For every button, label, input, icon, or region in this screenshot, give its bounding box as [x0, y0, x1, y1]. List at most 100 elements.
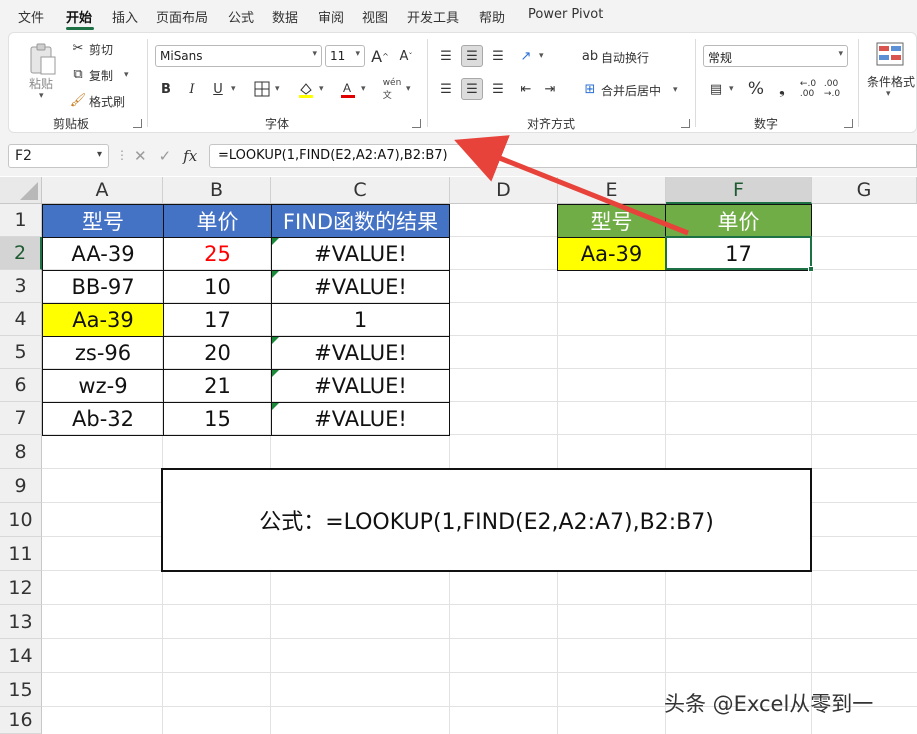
increase-indent-icon[interactable]: ⇥ — [539, 78, 561, 100]
tab-home[interactable]: 开始 — [66, 7, 92, 26]
row-header-16[interactable]: 16 — [0, 707, 42, 734]
select-all-button[interactable] — [0, 177, 42, 204]
tab-data[interactable]: 数据 — [272, 7, 298, 26]
column-header-g[interactable]: G — [812, 177, 917, 204]
number-launcher-icon[interactable] — [844, 119, 853, 128]
insert-function-button[interactable]: fx — [183, 147, 197, 165]
column-header-c[interactable]: C — [271, 177, 450, 204]
fill-handle[interactable] — [808, 266, 814, 272]
font-color-icon[interactable]: A — [337, 78, 359, 100]
align-bottom-icon[interactable]: ☰ — [487, 45, 509, 67]
row-header-7[interactable]: 7 — [0, 402, 42, 435]
borders-dropdown-icon[interactable]: ▾ — [275, 84, 280, 94]
paste-icon[interactable] — [27, 41, 59, 77]
format-painter-button[interactable]: 格式刷 — [89, 93, 125, 110]
column-header-f[interactable]: F — [666, 177, 812, 204]
cell-b6[interactable]: 21 — [163, 369, 272, 403]
paste-dropdown-icon[interactable]: ▾ — [39, 91, 44, 101]
percent-icon[interactable]: % — [745, 78, 767, 100]
column-header-a[interactable]: A — [42, 177, 163, 204]
merge-center-button[interactable]: 合并后居中 — [601, 82, 661, 99]
decrease-indent-icon[interactable]: ⇤ — [515, 78, 537, 100]
row-header-2[interactable]: 2 — [0, 237, 42, 270]
borders-icon[interactable] — [251, 78, 273, 100]
cell-a6[interactable]: wz-9 — [42, 369, 164, 403]
decrease-font-icon[interactable]: Aˇ — [395, 45, 417, 67]
italic-button[interactable]: I — [181, 78, 203, 100]
copy-icon[interactable]: ⧉ — [67, 63, 89, 85]
cut-button[interactable]: 剪切 — [89, 41, 113, 58]
cell-e2[interactable]: Aa-39 — [557, 237, 666, 271]
merge-dropdown-icon[interactable]: ▾ — [673, 85, 678, 95]
number-format-combo[interactable]: 常规 ▾ — [703, 45, 848, 67]
alignment-launcher-icon[interactable] — [681, 119, 690, 128]
accounting-dropdown-icon[interactable]: ▾ — [729, 84, 734, 94]
tab-file[interactable]: 文件 — [18, 7, 44, 26]
copy-dropdown-icon[interactable]: ▾ — [124, 70, 129, 80]
row-header-8[interactable]: 8 — [0, 435, 42, 469]
cell-c2[interactable]: #VALUE! — [271, 237, 450, 271]
tab-insert[interactable]: 插入 — [112, 7, 138, 26]
accounting-format-icon[interactable]: ▤ — [705, 78, 727, 100]
cell-a7[interactable]: Ab-32 — [42, 402, 164, 436]
increase-decimal-icon[interactable]: ←.0.00 — [797, 78, 819, 100]
clipboard-launcher-icon[interactable] — [133, 119, 142, 128]
fill-color-dropdown-icon[interactable]: ▾ — [319, 84, 324, 94]
orientation-dropdown-icon[interactable]: ▾ — [539, 51, 544, 61]
cell-c6[interactable]: #VALUE! — [271, 369, 450, 403]
row-header-9[interactable]: 9 — [0, 469, 42, 503]
cell-b5[interactable]: 20 — [163, 336, 272, 370]
wrap-text-button[interactable]: 自动换行 — [601, 49, 649, 66]
tab-formulas[interactable]: 公式 — [228, 7, 254, 26]
tab-review[interactable]: 审阅 — [318, 7, 344, 26]
cell-c7[interactable]: #VALUE! — [271, 402, 450, 436]
merge-center-icon[interactable]: ⊞ — [579, 78, 601, 100]
font-size-combo[interactable]: 11 ▾ — [325, 45, 365, 67]
cell-a2[interactable]: AA-39 — [42, 237, 164, 271]
phonetic-icon[interactable]: wén 文 — [381, 78, 403, 101]
phonetic-dropdown-icon[interactable]: ▾ — [406, 84, 411, 94]
paste-button[interactable]: 粘贴 — [29, 75, 53, 92]
decrease-decimal-icon[interactable]: .00 →.0 — [821, 78, 843, 100]
align-left-icon[interactable]: ☰ — [435, 78, 457, 100]
row-header-5[interactable]: 5 — [0, 336, 42, 369]
column-header-b[interactable]: B — [163, 177, 271, 204]
row-header-12[interactable]: 12 — [0, 571, 42, 605]
enter-icon[interactable]: ✓ — [159, 147, 172, 165]
row-header-13[interactable]: 13 — [0, 605, 42, 639]
conditional-format-icon[interactable] — [875, 41, 905, 67]
fill-color-icon[interactable] — [295, 78, 317, 100]
name-box[interactable]: F2 ▾ — [8, 144, 109, 168]
align-middle-icon[interactable]: ☰ — [461, 45, 483, 67]
increase-font-icon[interactable]: A ^ — [369, 45, 391, 67]
cancel-icon[interactable]: ✕ — [134, 147, 147, 165]
cut-icon[interactable]: ✂ — [67, 37, 89, 59]
more-options-icon[interactable]: ⋮ — [116, 148, 128, 162]
tab-view[interactable]: 视图 — [362, 7, 388, 26]
cell-b1[interactable]: 单价 — [163, 204, 272, 238]
row-header-6[interactable]: 6 — [0, 369, 42, 402]
cell-c1[interactable]: FIND函数的结果 — [271, 204, 450, 238]
row-header-3[interactable]: 3 — [0, 270, 42, 303]
font-name-combo[interactable]: MiSans ▾ — [155, 45, 322, 67]
align-top-icon[interactable]: ☰ — [435, 45, 457, 67]
column-header-e[interactable]: E — [558, 177, 666, 204]
cell-c4[interactable]: 1 — [271, 303, 450, 337]
comma-style-icon[interactable]: ❟ — [771, 78, 793, 100]
copy-button[interactable]: 复制 — [89, 67, 113, 84]
row-header-14[interactable]: 14 — [0, 639, 42, 673]
tab-power-pivot[interactable]: Power Pivot — [528, 7, 603, 22]
cell-a1[interactable]: 型号 — [42, 204, 164, 238]
tab-help[interactable]: 帮助 — [479, 7, 505, 26]
conditional-format-button[interactable]: 条件格式 — [867, 73, 915, 90]
cell-b7[interactable]: 15 — [163, 402, 272, 436]
tab-page-layout[interactable]: 页面布局 — [156, 7, 208, 26]
cell-b4[interactable]: 17 — [163, 303, 272, 337]
row-header-4[interactable]: 4 — [0, 303, 42, 336]
cell-a3[interactable]: BB-97 — [42, 270, 164, 304]
cell-b3[interactable]: 10 — [163, 270, 272, 304]
row-header-11[interactable]: 11 — [0, 537, 42, 571]
font-color-dropdown-icon[interactable]: ▾ — [361, 84, 366, 94]
format-painter-icon[interactable]: 🖌 — [67, 89, 89, 111]
font-launcher-icon[interactable] — [412, 119, 421, 128]
